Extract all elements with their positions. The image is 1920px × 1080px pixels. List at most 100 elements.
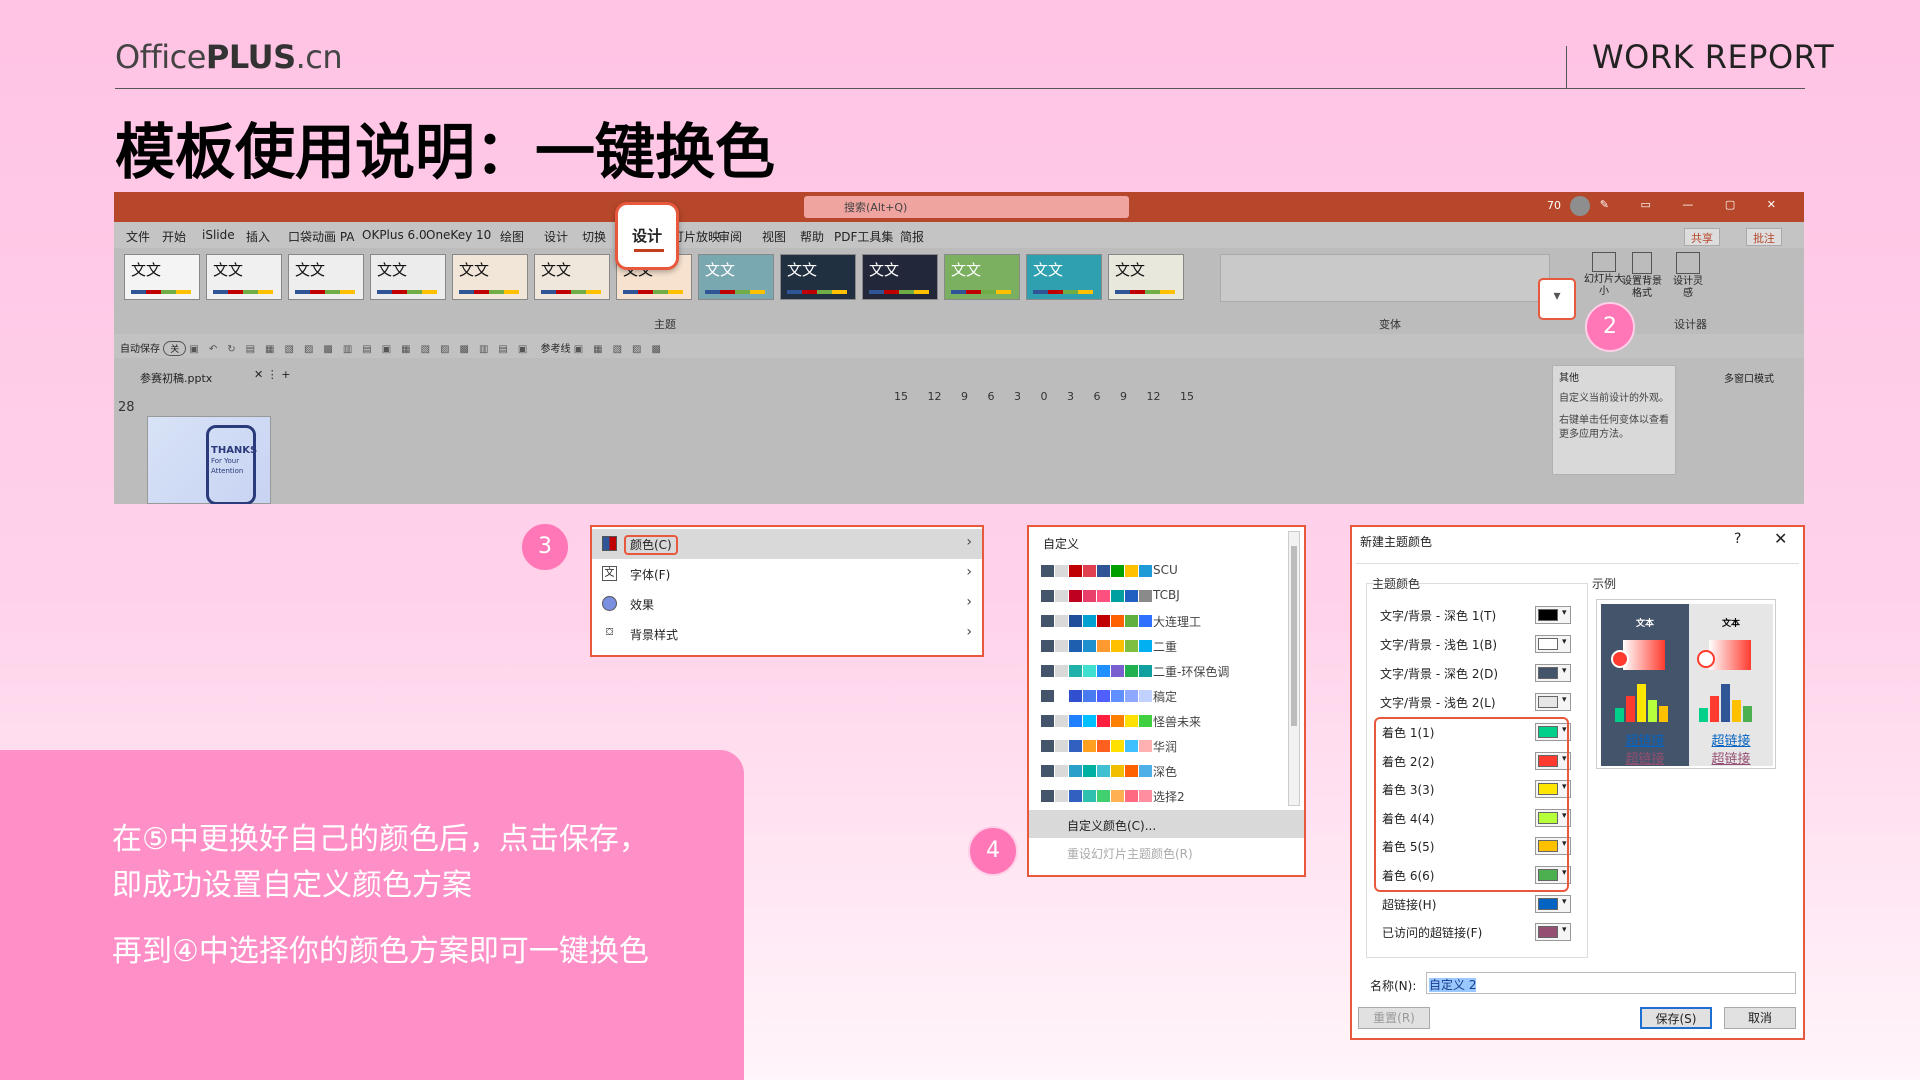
theme-thumbnail[interactable]: 文文 (452, 254, 528, 300)
custom-colors-button[interactable]: 自定义颜色(C)... (1029, 810, 1304, 838)
slide-thumbnail[interactable]: THANKS For Your Attention (147, 416, 271, 504)
menu-tab[interactable]: 绘图 (500, 228, 524, 245)
menu-tab[interactable]: OKPlus 6.0 (362, 228, 427, 242)
phone-graphic: THANKS For Your Attention (206, 425, 257, 504)
theme-color-row: 已访问的超链接(F) ▾ (1382, 923, 1572, 942)
multiwindow-button[interactable]: 多窗口模式 (1724, 370, 1774, 385)
theme-thumbnail[interactable]: 文文 (862, 254, 938, 300)
cancel-button[interactable]: 取消 (1724, 1007, 1796, 1029)
menu-item-fonts[interactable]: 文字体(F) › (592, 559, 982, 589)
accent-highlight (1374, 717, 1569, 892)
ruler: 15 12 9 6 3 0 3 6 9 12 15 (894, 390, 1194, 403)
menu-tab[interactable]: 设计 (544, 228, 568, 245)
menu-tab[interactable]: PDF工具集 (834, 228, 893, 245)
example-preview: 文本 超链接 超链接 文本 超链接 超链接 (1596, 599, 1776, 769)
quick-access-toolbar: 自动保存 关 ▣↶↻▤▦▧▨▩▥▤▣▦▧▨▩▥▤▣ 参考线 ▣▦▧▨▩ (114, 334, 1804, 358)
report-label: WORK REPORT (1592, 38, 1835, 76)
theme-thumbnail[interactable]: 文文 (698, 254, 774, 300)
avatar[interactable] (1570, 196, 1590, 216)
document-tabs: 参赛初稿.pptx ✕ ⋮ + 多窗口模式 (114, 366, 1804, 386)
menu-item-colors[interactable]: 颜色(C) › (592, 529, 982, 559)
menu-tab[interactable]: iSlide (202, 228, 235, 242)
chevron-down-icon: ▾ (1562, 695, 1567, 705)
menu-tab[interactable]: 审阅 (718, 228, 742, 245)
color-scheme-item[interactable]: 二重 (1041, 638, 1177, 654)
search-box[interactable]: 搜索(Alt+Q) (804, 196, 1129, 218)
color-picker-button[interactable]: ▾ (1535, 693, 1571, 711)
header-rule (115, 88, 1805, 89)
menu-item-effects[interactable]: 效果 › (592, 589, 982, 619)
comment-button[interactable]: 批注 (1746, 228, 1782, 246)
menu-tab[interactable]: 视图 (762, 228, 786, 245)
scrollbar[interactable] (1288, 531, 1300, 806)
chevron-down-icon: ▾ (1562, 637, 1567, 647)
chevron-down-icon: ▾ (1562, 666, 1567, 676)
close-icon[interactable]: ✕ ⋮ + (254, 368, 290, 381)
save-button[interactable]: 保存(S) (1640, 1007, 1712, 1029)
chevron-right-icon: › (966, 594, 972, 610)
theme-thumbnail[interactable]: 文文 (206, 254, 282, 300)
color-scheme-item[interactable]: 深色 (1041, 763, 1177, 779)
variant-menu: 颜色(C) › 文字体(F) › 效果 › ⛋ 背景样式 › (590, 525, 984, 657)
background-icon: ⛋ (605, 627, 614, 638)
window-controls[interactable]: ✎ ▭ — ▢ ✕ (1600, 198, 1790, 211)
menu-tab[interactable]: 文件 (126, 228, 150, 245)
color-scheme-item[interactable]: 大连理工 (1041, 613, 1201, 629)
name-input[interactable]: 自定义 2 (1426, 972, 1796, 994)
theme-thumbnail[interactable]: 文文 (1026, 254, 1102, 300)
theme-thumbnail[interactable]: 文文 (124, 254, 200, 300)
chevron-down-icon: ▾ (1562, 608, 1567, 618)
name-label: 名称(N): (1370, 979, 1417, 993)
color-scheme-item[interactable]: 华润 (1041, 738, 1177, 754)
menu-tab[interactable]: 插入 (246, 228, 270, 245)
design-tab-highlight[interactable]: 设计 (615, 202, 679, 270)
color-scheme-item[interactable]: 选择2 (1041, 788, 1185, 804)
header-divider (1566, 46, 1567, 88)
designer-button[interactable]: 设计灵感 (1670, 252, 1706, 300)
autosave-toggle[interactable]: 关 (163, 341, 187, 356)
color-picker-button[interactable]: ▾ (1535, 923, 1571, 941)
color-picker-button[interactable]: ▾ (1535, 895, 1571, 913)
theme-color-row: 超链接(H) ▾ (1382, 895, 1572, 914)
theme-thumbnail[interactable]: 文文 (780, 254, 856, 300)
theme-thumbnail[interactable]: 文文 (370, 254, 446, 300)
theme-thumbnail[interactable]: 文文 (1108, 254, 1184, 300)
color-picker-button[interactable]: ▾ (1535, 664, 1571, 682)
menu-tab[interactable]: 帮助 (800, 228, 824, 245)
menu-item-background[interactable]: ⛋ 背景样式 › (592, 619, 982, 649)
example-label: 示例 (1592, 577, 1617, 591)
menu-tab[interactable]: 口袋动画 PA (288, 228, 355, 245)
color-scheme-item[interactable]: 二重-环保色调 (1041, 663, 1229, 679)
new-theme-colors-dialog: 新建主题颜色 ? ✕ 主题颜色 示例 文字/背景 - 深色 1(T) ▾ 文字/背景… (1350, 525, 1805, 1040)
instruction-note: 在⑤中更换好自己的颜色后，点击保存， 即成功设置自定义颜色方案 再到④中选择你的… (0, 750, 744, 1080)
color-picker-button[interactable]: ▾ (1535, 606, 1571, 624)
example-light: 文本 超链接 超链接 (1689, 604, 1773, 767)
close-icon[interactable]: ✕ (1774, 529, 1787, 548)
menu-tab[interactable]: 开始 (162, 228, 186, 245)
variant-gallery[interactable] (1220, 254, 1550, 302)
color-scheme-item[interactable]: 怪兽未来 (1041, 713, 1201, 729)
color-scheme-item[interactable]: SCU (1041, 563, 1178, 579)
menu-tab[interactable]: 切换 (582, 228, 606, 245)
color-scheme-item[interactable]: TCBJ (1041, 588, 1180, 604)
theme-thumbnail[interactable]: 文文 (534, 254, 610, 300)
menu-tab[interactable]: OneKey 10 (426, 228, 491, 242)
help-icon[interactable]: ? (1734, 531, 1741, 547)
variant-more-button[interactable]: ▾ (1538, 278, 1576, 320)
chevron-down-icon: ▾ (1562, 897, 1567, 907)
share-button[interactable]: 共享 (1684, 228, 1720, 246)
slide-size-button[interactable]: 幻灯片大小 (1584, 252, 1624, 298)
color-scheme-item[interactable]: 稿定 (1041, 688, 1177, 704)
theme-colors-label: 主题颜色 (1372, 577, 1421, 591)
background-format-button[interactable]: 设置背景格式 (1622, 252, 1662, 300)
theme-thumbnail[interactable]: 文文 (944, 254, 1020, 300)
theme-color-row: 文字/背景 - 浅色 2(L) ▾ (1380, 693, 1571, 712)
theme-thumbnail[interactable]: 文文 (288, 254, 364, 300)
variant-group-label: 变体 (1379, 318, 1401, 331)
theme-color-row: 文字/背景 - 浅色 1(B) ▾ (1380, 635, 1571, 654)
page-title: 模板使用说明：一键换色 (115, 118, 775, 188)
color-picker-button[interactable]: ▾ (1535, 635, 1571, 653)
reset-button[interactable]: 重置(R) (1358, 1007, 1430, 1029)
file-tab[interactable]: 参赛初稿.pptx (140, 370, 212, 386)
menu-tab[interactable]: 简报 (900, 228, 924, 245)
